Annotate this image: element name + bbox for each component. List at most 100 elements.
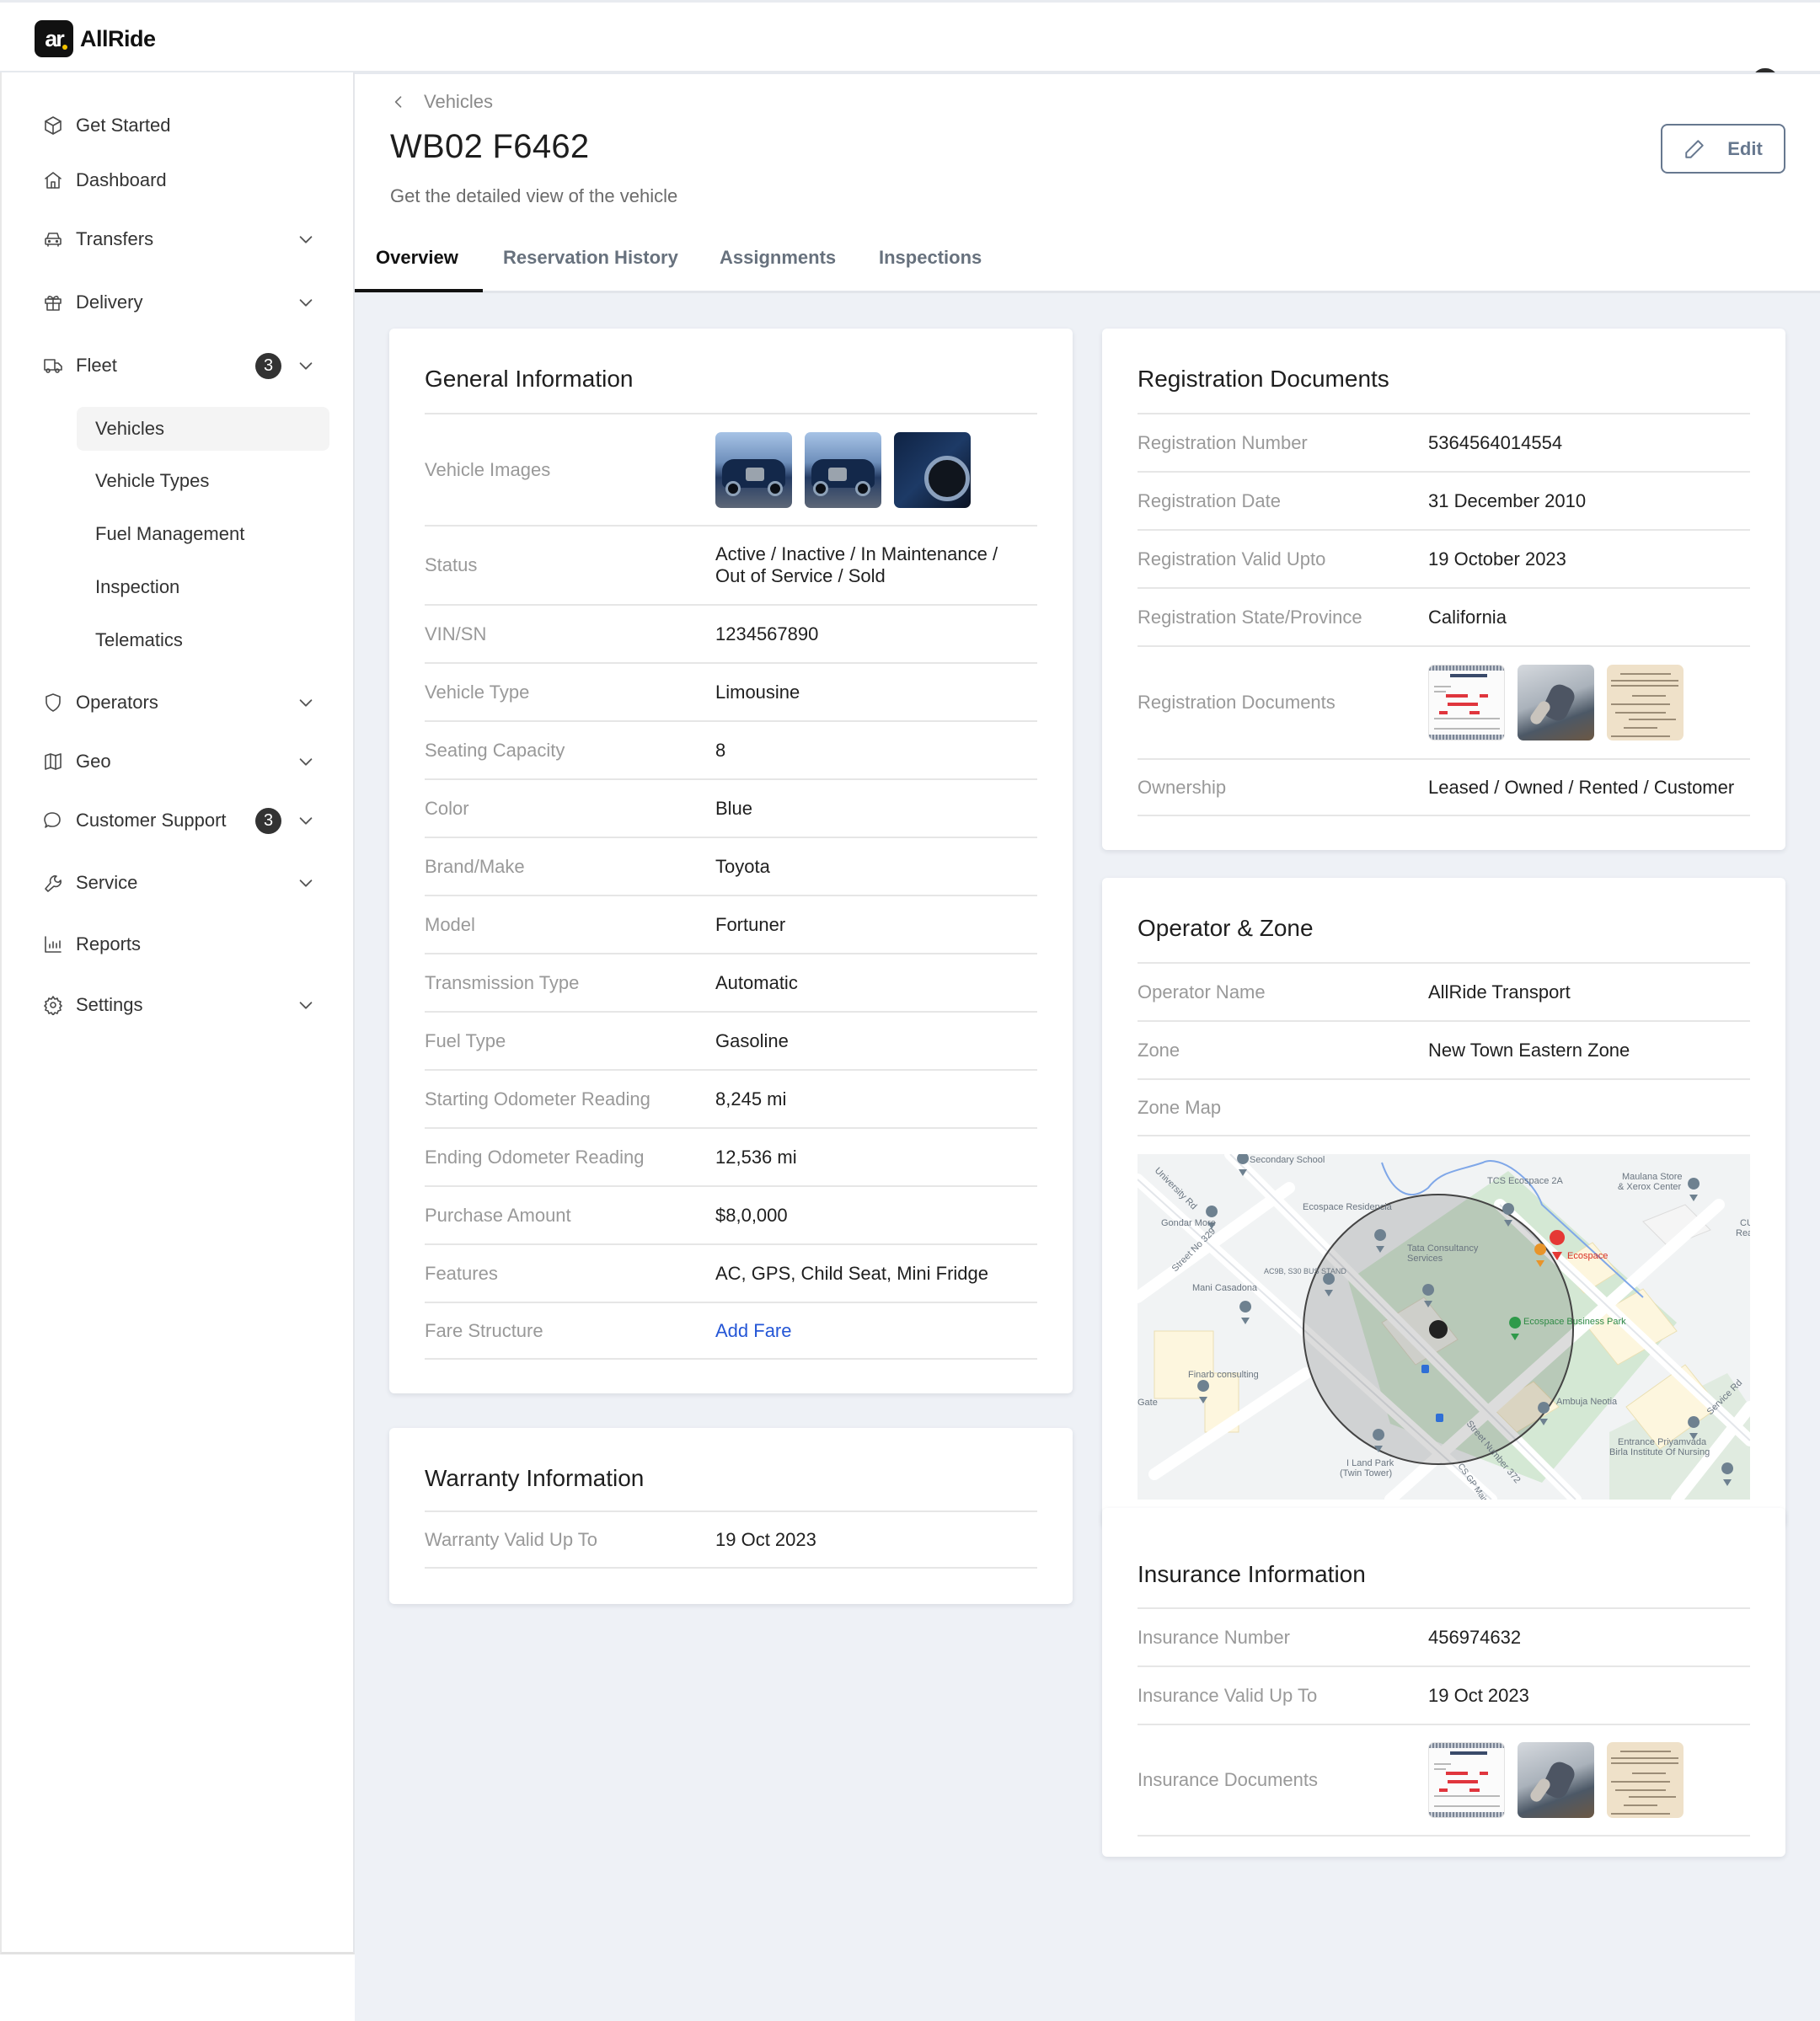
edit-button-label: Edit — [1727, 137, 1763, 159]
general-information-rows: Vehicle Images Status Active / Inactive … — [425, 413, 1037, 1360]
sidebar-subitem-vehicles[interactable]: Vehicles — [77, 407, 329, 451]
page-subtitle: Get the detailed view of the vehicle — [390, 185, 678, 206]
row-label: Brand/Make — [425, 855, 525, 877]
map-label: Ambuja Neotia — [1556, 1397, 1618, 1407]
chevron-down-icon[interactable] — [297, 693, 315, 712]
edit-button[interactable]: Edit — [1661, 124, 1785, 174]
brand-name: AllRide — [80, 25, 156, 51]
tab-reservation-history[interactable]: Reservation History — [503, 222, 678, 293]
info-row-insurance-number: Insurance Number 456974632 — [1138, 1607, 1750, 1665]
row-value: Limousine — [715, 681, 800, 703]
home-icon — [42, 169, 64, 191]
breadcrumb-vehicles[interactable]: Vehicles — [424, 91, 493, 113]
tab-overview[interactable]: Overview — [376, 222, 458, 293]
sidebar-subitem-vehicle-types[interactable]: Vehicle Types — [77, 459, 329, 503]
notification-badge: 3 — [255, 352, 281, 379]
registration-document-images — [1428, 665, 1684, 740]
sidebar-item-get-started[interactable]: Get Started — [42, 104, 320, 147]
tab-assignments[interactable]: Assignments — [720, 222, 836, 293]
info-row-registration-number: Registration Number 5364564014554 — [1138, 413, 1750, 471]
row-value: Toyota — [715, 855, 770, 877]
sidebar-item-label: Customer Support — [76, 810, 227, 831]
row-label: Features — [425, 1262, 498, 1284]
chevron-down-icon[interactable] — [297, 752, 315, 771]
wrench-icon — [42, 872, 64, 894]
row-value: 19 Oct 2023 — [715, 1528, 816, 1550]
map-label: (Twin Tower) — [1340, 1468, 1392, 1478]
row-label: Status — [425, 554, 478, 575]
info-row-zone: Zone New Town Eastern Zone — [1138, 1020, 1750, 1078]
document-thumbnail[interactable] — [1428, 1742, 1505, 1818]
row-label: Color — [425, 797, 469, 819]
sidebar-item-reports[interactable]: Reports — [42, 923, 320, 965]
row-value: 19 Oct 2023 — [1428, 1684, 1529, 1706]
row-label: Registration Number — [1138, 431, 1308, 453]
sidebar-item-transfers[interactable]: Transfers — [42, 218, 320, 260]
zone-map[interactable]: Secondary School University Rd Gondar Mo… — [1138, 1154, 1750, 1500]
tab-inspections[interactable]: Inspections — [879, 222, 982, 293]
row-label: Warranty Valid Up To — [425, 1528, 598, 1550]
chevron-down-icon[interactable] — [297, 996, 315, 1014]
map-label: Real — [1736, 1228, 1750, 1238]
document-thumbnail[interactable] — [1518, 1742, 1594, 1818]
document-thumbnail[interactable] — [1607, 1742, 1684, 1818]
chevron-down-icon[interactable] — [297, 230, 315, 249]
vehicle-image-thumbnail[interactable] — [894, 431, 971, 508]
chevron-down-icon[interactable] — [297, 811, 315, 830]
vehicle-image-thumbnail[interactable] — [715, 431, 792, 508]
chevron-down-icon[interactable] — [297, 293, 315, 312]
info-row-model: Model Fortuner — [425, 895, 1037, 953]
logo-mark-text: ar — [45, 25, 64, 51]
row-label: Zone — [1138, 1039, 1180, 1061]
bar-chart-icon — [42, 933, 64, 955]
sidebar-item-settings[interactable]: Settings — [42, 984, 320, 1026]
row-label: Registration Valid Upto — [1138, 548, 1326, 569]
sidebar-item-operators[interactable]: Operators — [42, 682, 320, 724]
vehicle-image-thumbnail[interactable] — [805, 431, 881, 508]
info-row-insurance-valid: Insurance Valid Up To 19 Oct 2023 — [1138, 1665, 1750, 1724]
page-title: WB02 F6462 — [390, 128, 590, 165]
info-row-registration-state: Registration State/Province California — [1138, 587, 1750, 645]
chevron-down-icon[interactable] — [297, 356, 315, 375]
info-row-operator-name: Operator Name AllRide Transport — [1138, 962, 1750, 1020]
sidebar-item-customer-support[interactable]: Customer Support 3 — [42, 799, 320, 842]
map-label: & Xerox Center — [1618, 1182, 1682, 1192]
breadcrumb[interactable]: Vehicles — [390, 91, 493, 113]
sidebar-item-label: Get Started — [76, 115, 171, 136]
info-row-zone-map: Zone Map — [1138, 1078, 1750, 1136]
page-header: Vehicles WB02 F6462 Get the detailed vie… — [355, 72, 1820, 293]
document-thumbnail[interactable] — [1518, 665, 1594, 740]
map-label: Ecospace Business Park — [1523, 1317, 1626, 1327]
add-fare-link[interactable]: Add Fare — [715, 1320, 792, 1342]
card-title: General Information — [425, 366, 634, 392]
sidebar-item-geo[interactable]: Geo — [42, 740, 320, 783]
operator-zone-card: Operator & Zone Operator Name AllRide Tr… — [1102, 878, 1785, 1526]
sidebar-subitem-telematics[interactable]: Telematics — [77, 618, 329, 662]
map-label: CU — [1740, 1218, 1750, 1228]
info-row-ownership: Ownership Leased / Owned / Rented / Cust… — [1138, 758, 1750, 816]
chevron-down-icon[interactable] — [297, 874, 315, 892]
row-value: Fortuner — [715, 913, 786, 935]
card-title: Warranty Information — [425, 1465, 645, 1491]
sidebar-subitem-fuel-management[interactable]: Fuel Management — [77, 512, 329, 556]
sidebar-subitem-inspection[interactable]: Inspection — [77, 565, 329, 609]
info-row-registration-documents: Registration Documents — [1138, 645, 1750, 758]
info-row-ending-odometer: Ending Odometer Reading 12,536 mi — [425, 1127, 1037, 1185]
row-value: Blue — [715, 797, 753, 819]
sidebar-item-fleet[interactable]: Fleet 3 — [42, 345, 320, 387]
sidebar-item-delivery[interactable]: Delivery — [42, 281, 320, 323]
sidebar-item-label: Service — [76, 872, 138, 893]
card-title: Insurance Information — [1138, 1561, 1366, 1587]
logo-mark: ar — [35, 20, 73, 57]
document-thumbnail[interactable] — [1428, 665, 1505, 740]
sidebar-item-service[interactable]: Service — [42, 862, 320, 904]
app-logo[interactable]: ar AllRide — [35, 20, 156, 57]
active-tab-indicator — [355, 289, 483, 292]
registration-documents-card: Registration Documents Registration Numb… — [1102, 329, 1785, 850]
document-thumbnail[interactable] — [1607, 665, 1684, 740]
sidebar-item-dashboard[interactable]: Dashboard — [42, 159, 320, 201]
map-label: Birla Institute Of Nursing — [1609, 1447, 1710, 1457]
sidebar-item-label: Reports — [76, 933, 142, 954]
row-label: VIN/SN — [425, 623, 487, 644]
map-label: Gondar More — [1161, 1218, 1216, 1228]
